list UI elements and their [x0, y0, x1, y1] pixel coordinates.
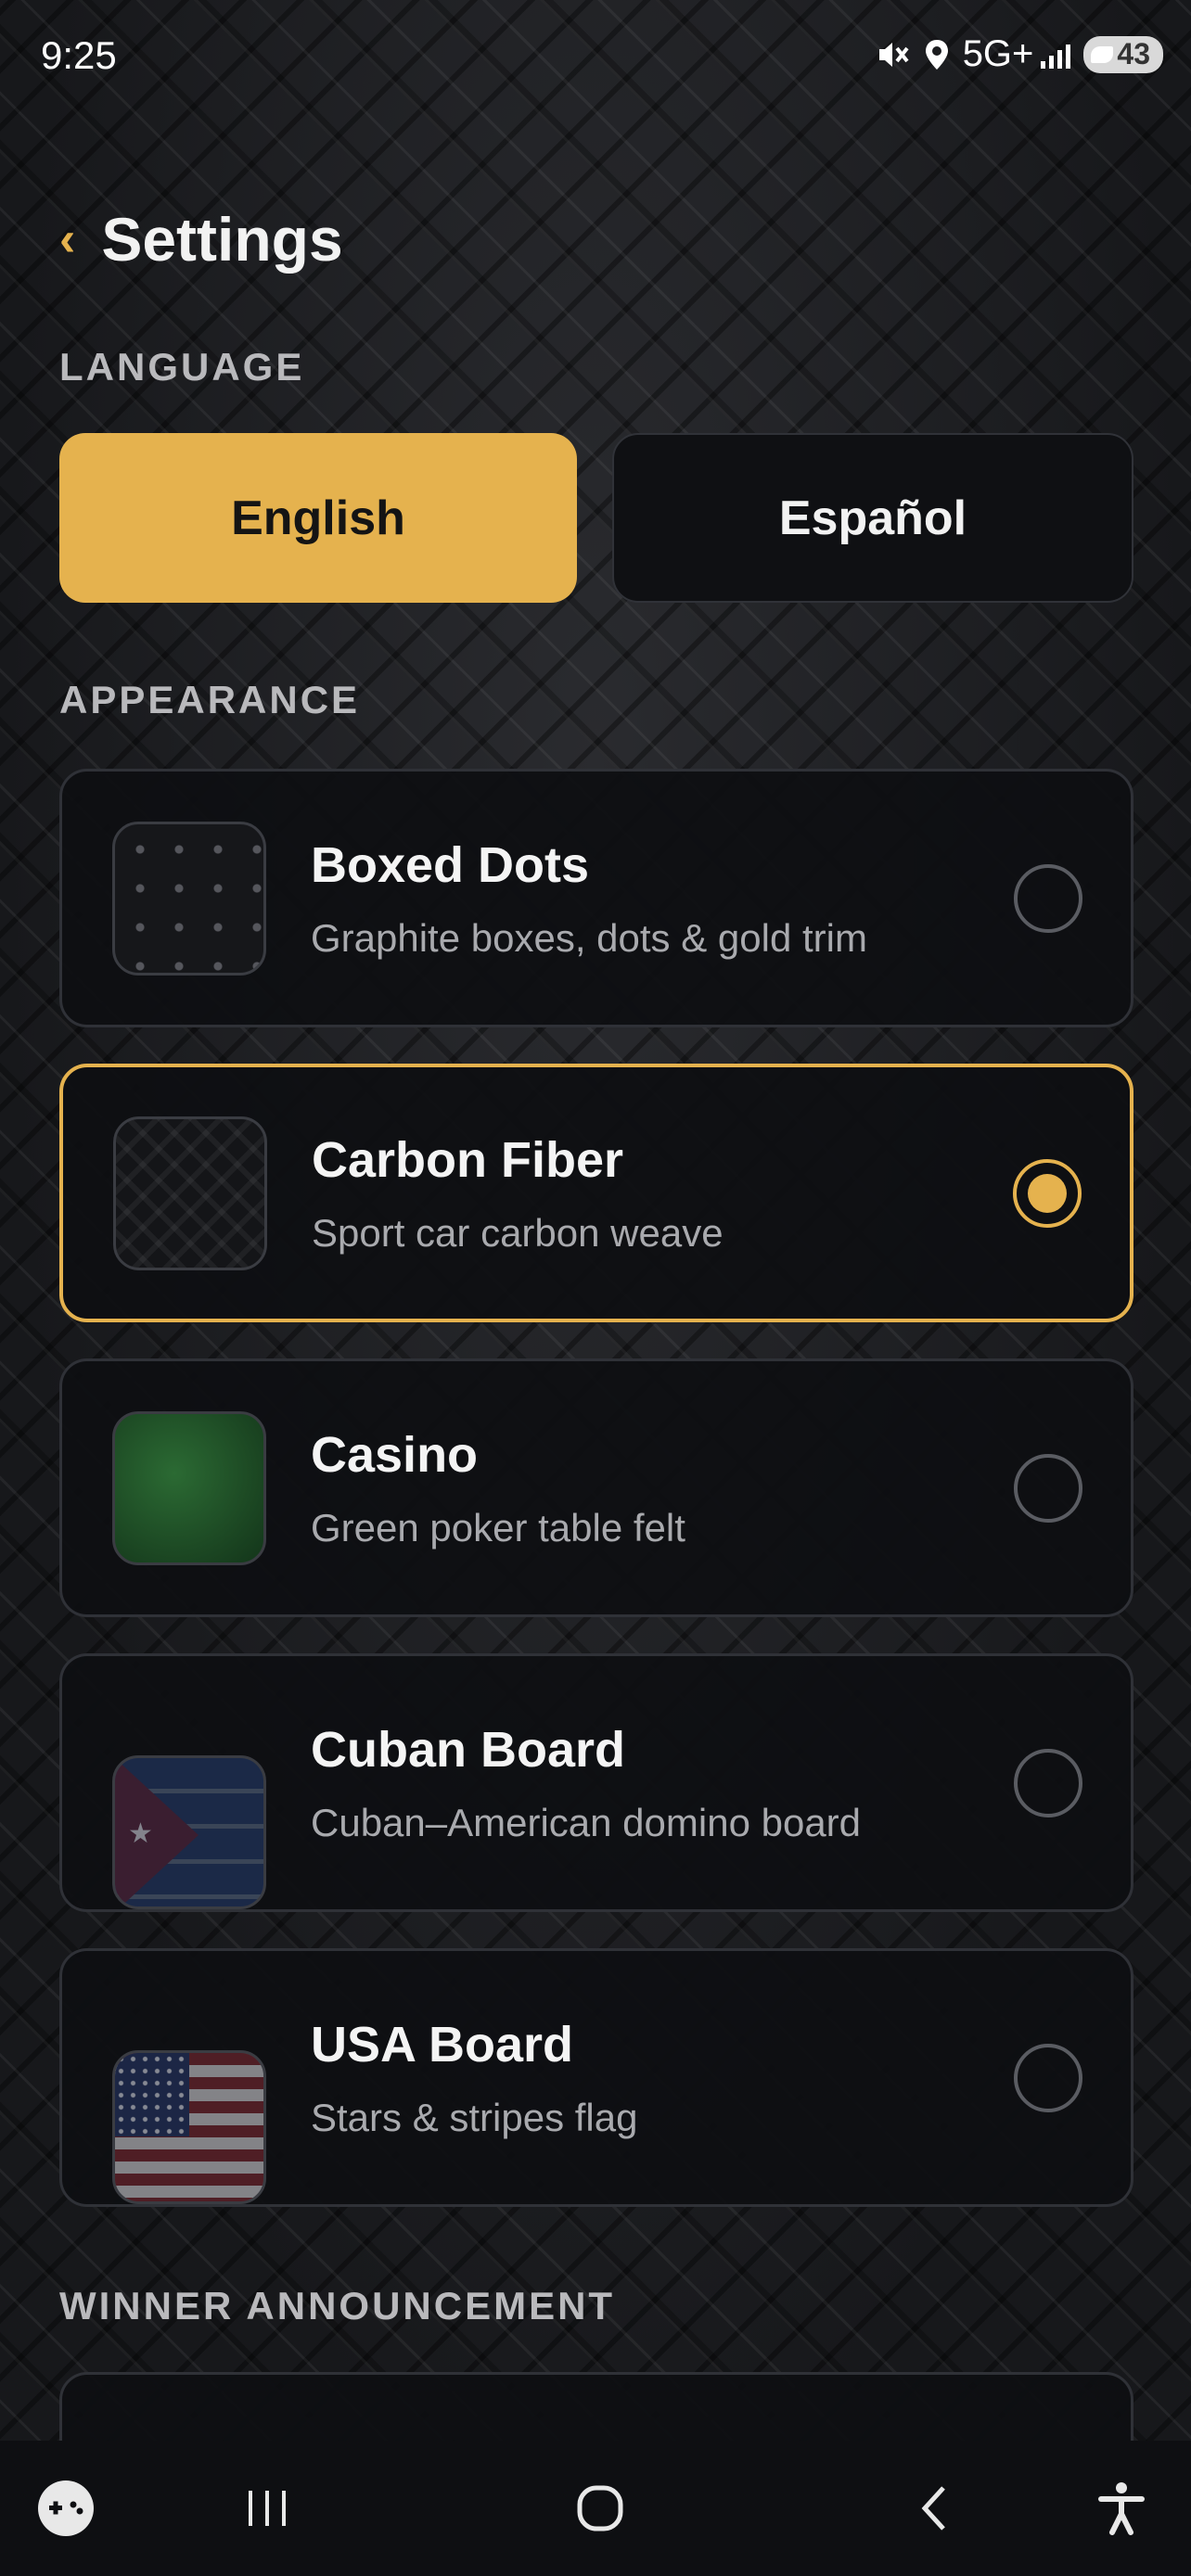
- accessibility-icon[interactable]: [1089, 2476, 1154, 2541]
- winner-announcement-section-label: WINNER ANNOUNCEMENT: [59, 2284, 616, 2327]
- theme-subtitle: Sport car carbon weave: [312, 1210, 724, 1255]
- vibrate-mute-icon: [874, 38, 911, 71]
- theme-title: Carbon Fiber: [312, 1131, 624, 1188]
- status-bar: 9:25 5G+ 43: [0, 0, 1191, 111]
- theme-option-casino[interactable]: Casino Green poker table felt: [59, 1358, 1133, 1617]
- usa-flag-thumbnail: [112, 2050, 266, 2204]
- theme-radio-button[interactable]: [1014, 2043, 1082, 2112]
- theme-option-usa-board[interactable]: USA Board Stars & stripes flag: [59, 1948, 1133, 2207]
- system-nav-bar: [0, 2441, 1191, 2576]
- network-type: 5G+: [962, 33, 1034, 74]
- carbon-fiber-thumbnail: [113, 1116, 267, 1270]
- theme-option-boxed-dots[interactable]: Boxed Dots Graphite boxes, dots & gold t…: [59, 769, 1133, 1027]
- theme-radio-button[interactable]: [1014, 863, 1082, 933]
- theme-subtitle: Cuban–American domino board: [311, 1800, 862, 1844]
- casino-felt-thumbnail: [112, 1410, 266, 1565]
- theme-radio-button-selected[interactable]: [1013, 1158, 1082, 1228]
- theme-title: Cuban Board: [311, 1721, 626, 1778]
- battery-indicator: 43: [1083, 35, 1163, 73]
- page-title: Settings: [101, 205, 343, 274]
- theme-radio-button[interactable]: [1014, 1748, 1082, 1817]
- signal-strength-icon: [1041, 41, 1071, 69]
- appearance-section-label: APPEARANCE: [59, 678, 361, 721]
- language-selector: English Español: [59, 433, 1133, 603]
- game-controller-icon[interactable]: [33, 2476, 98, 2541]
- header: ‹ Settings: [59, 204, 343, 274]
- status-icons: 5G+ 43: [874, 33, 1163, 75]
- location-icon: [924, 38, 950, 71]
- recent-apps-icon[interactable]: [235, 2476, 300, 2541]
- cuban-flag-thumbnail: ★: [112, 1755, 266, 1909]
- theme-subtitle: Green poker table felt: [311, 1505, 685, 1549]
- battery-saver-icon: [1091, 45, 1114, 63]
- theme-title: Casino: [311, 1426, 479, 1483]
- back-chevron-icon[interactable]: ‹: [59, 215, 75, 263]
- theme-option-carbon-fiber[interactable]: Carbon Fiber Sport car carbon weave: [59, 1064, 1133, 1322]
- theme-option-cuban-board[interactable]: ★ Cuban Board Cuban–American domino boar…: [59, 1653, 1133, 1912]
- battery-level: 43: [1117, 37, 1150, 70]
- home-icon[interactable]: [568, 2476, 633, 2541]
- language-section-label: LANGUAGE: [59, 345, 305, 389]
- theme-title: USA Board: [311, 2016, 574, 2072]
- back-icon[interactable]: [902, 2476, 967, 2541]
- theme-radio-button[interactable]: [1014, 1453, 1082, 1523]
- language-espanol-button[interactable]: Español: [612, 433, 1133, 603]
- theme-title: Boxed Dots: [311, 836, 590, 893]
- theme-subtitle: Stars & stripes flag: [311, 2095, 638, 2139]
- boxed-dots-thumbnail: [112, 821, 266, 976]
- status-time: 9:25: [41, 33, 117, 77]
- theme-subtitle: Graphite boxes, dots & gold trim: [311, 915, 867, 960]
- language-english-button[interactable]: English: [59, 433, 577, 603]
